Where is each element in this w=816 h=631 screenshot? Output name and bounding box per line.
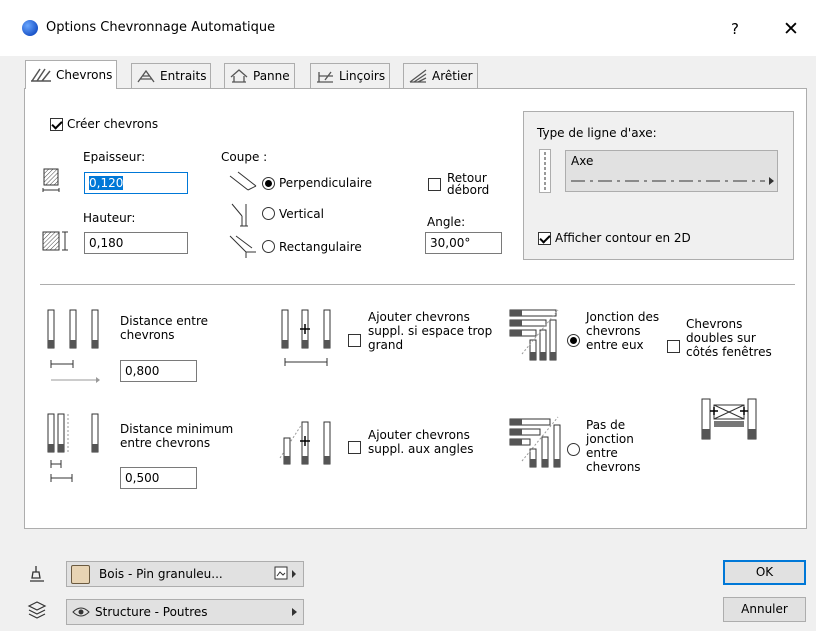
coupe-perpendiculaire-radio[interactable]: [262, 177, 275, 190]
dash-line-preview: [571, 177, 774, 185]
create-chevrons-label: Créer chevrons: [67, 117, 159, 131]
coupe-vertical-radio[interactable]: [262, 207, 275, 220]
min-distance-field[interactable]: 0,500: [120, 467, 197, 489]
section-separator: [40, 284, 795, 285]
junction-label: Jonction des chevrons entre eux: [586, 310, 660, 352]
double-chevrons-label: Chevrons doubles sur côtés fenêtres: [686, 317, 772, 359]
chevron-right-icon: [292, 608, 297, 616]
hauteur-field[interactable]: 0,180: [84, 232, 188, 254]
add-corners-checkbox[interactable]: [348, 441, 361, 454]
ok-button[interactable]: OK: [723, 560, 806, 585]
cut-rectangular-icon: [229, 235, 256, 258]
layer-value: Structure - Poutres: [95, 605, 208, 619]
epaisseur-field[interactable]: 0,120: [84, 172, 188, 194]
coupe-vertical-label: Vertical: [279, 207, 324, 221]
retour-debord-checkbox[interactable]: [428, 178, 441, 191]
create-chevrons-checkbox[interactable]: [50, 118, 63, 131]
no-junction-icon: [509, 416, 561, 468]
add-extra-label: Ajouter chevrons suppl. si espace trop g…: [368, 310, 493, 352]
show-contour-checkbox[interactable]: [538, 232, 551, 245]
no-junction-label: Pas de jonction entre chevrons: [586, 418, 641, 474]
cut-vertical-icon: [231, 203, 248, 227]
window-double-chevrons-icon: [701, 398, 757, 440]
add-extra-checkbox[interactable]: [348, 334, 361, 347]
thickness-icon: [42, 168, 60, 192]
distance-icon: [47, 309, 100, 383]
axis-line-type-value: Axe: [571, 154, 594, 168]
axis-preview-icon: [539, 149, 551, 193]
hauteur-label: Hauteur:: [83, 211, 136, 225]
add-corners-label: Ajouter chevrons suppl. aux angles: [368, 428, 474, 456]
material-browse-icon[interactable]: [274, 566, 300, 582]
show-contour-label: Afficher contour en 2D: [555, 231, 691, 245]
coupe-perpendiculaire-label: Perpendiculaire: [279, 176, 372, 190]
add-extra-icon: [281, 309, 331, 366]
distance-label: Distance entre chevrons: [120, 314, 209, 342]
junction-icon: [509, 309, 559, 361]
cancel-button[interactable]: Annuler: [723, 597, 806, 622]
junction-radio[interactable]: [567, 334, 580, 347]
angle-label: Angle:: [427, 215, 466, 229]
angle-field[interactable]: 30,00°: [425, 232, 502, 254]
coupe-rectangulaire-radio[interactable]: [262, 240, 275, 253]
axis-group-label: Type de ligne d'axe:: [537, 126, 657, 140]
cut-perpendicular-icon: [229, 171, 257, 191]
min-distance-label: Distance minimum entre chevrons: [120, 422, 234, 450]
height-icon: [42, 231, 68, 251]
min-distance-icon: [47, 413, 99, 482]
epaisseur-label: Epaisseur:: [83, 150, 146, 164]
material-brush-icon: [30, 566, 44, 582]
material-value: Bois - Pin granuleu...: [99, 567, 223, 581]
eye-icon: [72, 607, 90, 617]
double-chevrons-checkbox[interactable]: [667, 340, 680, 353]
panel-content: Créer chevrons Epaisseur: 0,120 Hauteur:…: [0, 0, 816, 631]
add-corners-icon: [279, 421, 331, 465]
distance-field[interactable]: 0,800: [120, 360, 197, 382]
coupe-label: Coupe :: [221, 150, 268, 164]
coupe-rectangulaire-label: Rectangulaire: [279, 240, 362, 254]
layer-stack-icon: [27, 601, 47, 619]
material-swatch: [71, 565, 90, 584]
retour-debord-label: Retour débord: [447, 171, 490, 197]
no-junction-radio[interactable]: [567, 443, 580, 456]
